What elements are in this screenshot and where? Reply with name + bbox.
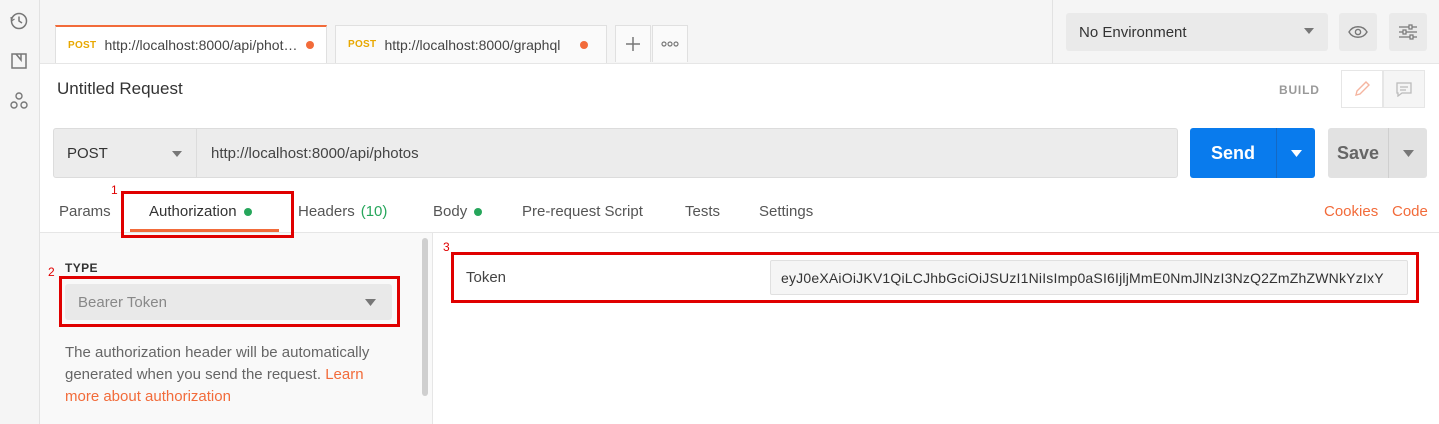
annotation-box-type: [59, 276, 400, 327]
tab-tests-label: Tests: [685, 203, 721, 220]
annotation-box-authorization: [121, 191, 294, 238]
auth-help-body: The authorization header will be automat…: [65, 344, 370, 383]
cookies-link[interactable]: Cookies: [1324, 203, 1378, 220]
apis-icon[interactable]: [8, 90, 30, 112]
annotation-box-token: [451, 252, 1419, 303]
scrollbar[interactable]: [422, 238, 428, 396]
tab-settings[interactable]: Settings: [759, 203, 813, 220]
request-tab-photos[interactable]: POST http://localhost:8000/api/photo...: [55, 25, 327, 63]
save-label: Save: [1336, 142, 1380, 163]
tab-pre-request-script[interactable]: Pre-request Script: [522, 203, 643, 220]
chevron-down-icon: [172, 151, 182, 157]
more-tabs-button[interactable]: [652, 25, 688, 62]
annotation-number: 2: [48, 265, 55, 279]
tab-params-label: Params: [59, 203, 111, 220]
environment-select[interactable]: No Environment: [1066, 13, 1328, 51]
plus-icon: [626, 37, 640, 51]
tab-body[interactable]: Body: [433, 203, 483, 220]
tab-method-tag: POST: [348, 39, 377, 50]
send-label: Send: [1210, 142, 1255, 163]
tab-settings-label: Settings: [759, 203, 814, 220]
tab-url: http://localhost:8000/api/photo...: [104, 37, 300, 53]
save-button[interactable]: Save: [1328, 128, 1427, 178]
chevron-down-icon: [1304, 28, 1314, 34]
auth-help-text: The authorization header will be automat…: [65, 342, 400, 408]
method-value: POST: [67, 144, 108, 162]
tab-headers[interactable]: Headers (10): [298, 203, 387, 220]
tab-method-tag: POST: [68, 39, 97, 51]
request-title[interactable]: Untitled Request: [57, 79, 183, 99]
unsaved-dot: [580, 40, 589, 49]
edit-button[interactable]: [1341, 70, 1383, 108]
send-options-button[interactable]: [1277, 128, 1315, 178]
headers-count: (10): [360, 203, 388, 220]
comments-button[interactable]: [1383, 70, 1425, 108]
url-value: http://localhost:8000/api/photos: [211, 144, 419, 162]
history-icon[interactable]: [8, 10, 30, 32]
collections-icon[interactable]: [8, 50, 30, 72]
annotation-number: 3: [443, 240, 450, 254]
auth-type-label: TYPE: [65, 261, 98, 275]
status-dot: [474, 207, 483, 216]
environment-select-value: No Environment: [1079, 23, 1187, 41]
tab-url: http://localhost:8000/graphql: [384, 36, 561, 53]
comment-icon: [1396, 82, 1412, 97]
pencil-icon: [1355, 81, 1370, 96]
method-select[interactable]: POST: [53, 128, 197, 178]
environment-quick-look-button[interactable]: [1339, 13, 1377, 51]
new-tab-button[interactable]: [615, 25, 651, 62]
url-input[interactable]: http://localhost:8000/api/photos: [196, 128, 1178, 178]
request-tab-bar: POST http://localhost:8000/api/photo... …: [40, 0, 1052, 64]
chevron-down-icon: [1402, 149, 1414, 157]
tab-tests[interactable]: Tests: [685, 203, 720, 220]
tab-pre-request-label: Pre-request Script: [522, 203, 643, 220]
eye-icon: [1348, 26, 1368, 38]
annotation-number: 1: [111, 183, 118, 197]
more-icon: [661, 41, 679, 47]
request-tab-graphql[interactable]: POST http://localhost:8000/graphql: [335, 25, 607, 63]
tab-params[interactable]: Params: [59, 203, 111, 220]
unsaved-dot: [306, 41, 314, 49]
left-rail: [0, 0, 40, 424]
code-link[interactable]: Code: [1392, 203, 1428, 220]
sliders-icon: [1399, 24, 1417, 40]
manage-environments-button[interactable]: [1389, 13, 1427, 51]
save-options-button[interactable]: [1389, 128, 1427, 178]
build-label: BUILD: [1279, 83, 1320, 97]
send-button[interactable]: Send: [1190, 128, 1315, 178]
tab-headers-label: Headers: [298, 203, 355, 220]
tab-body-label: Body: [433, 203, 468, 220]
chevron-down-icon: [1290, 149, 1302, 157]
